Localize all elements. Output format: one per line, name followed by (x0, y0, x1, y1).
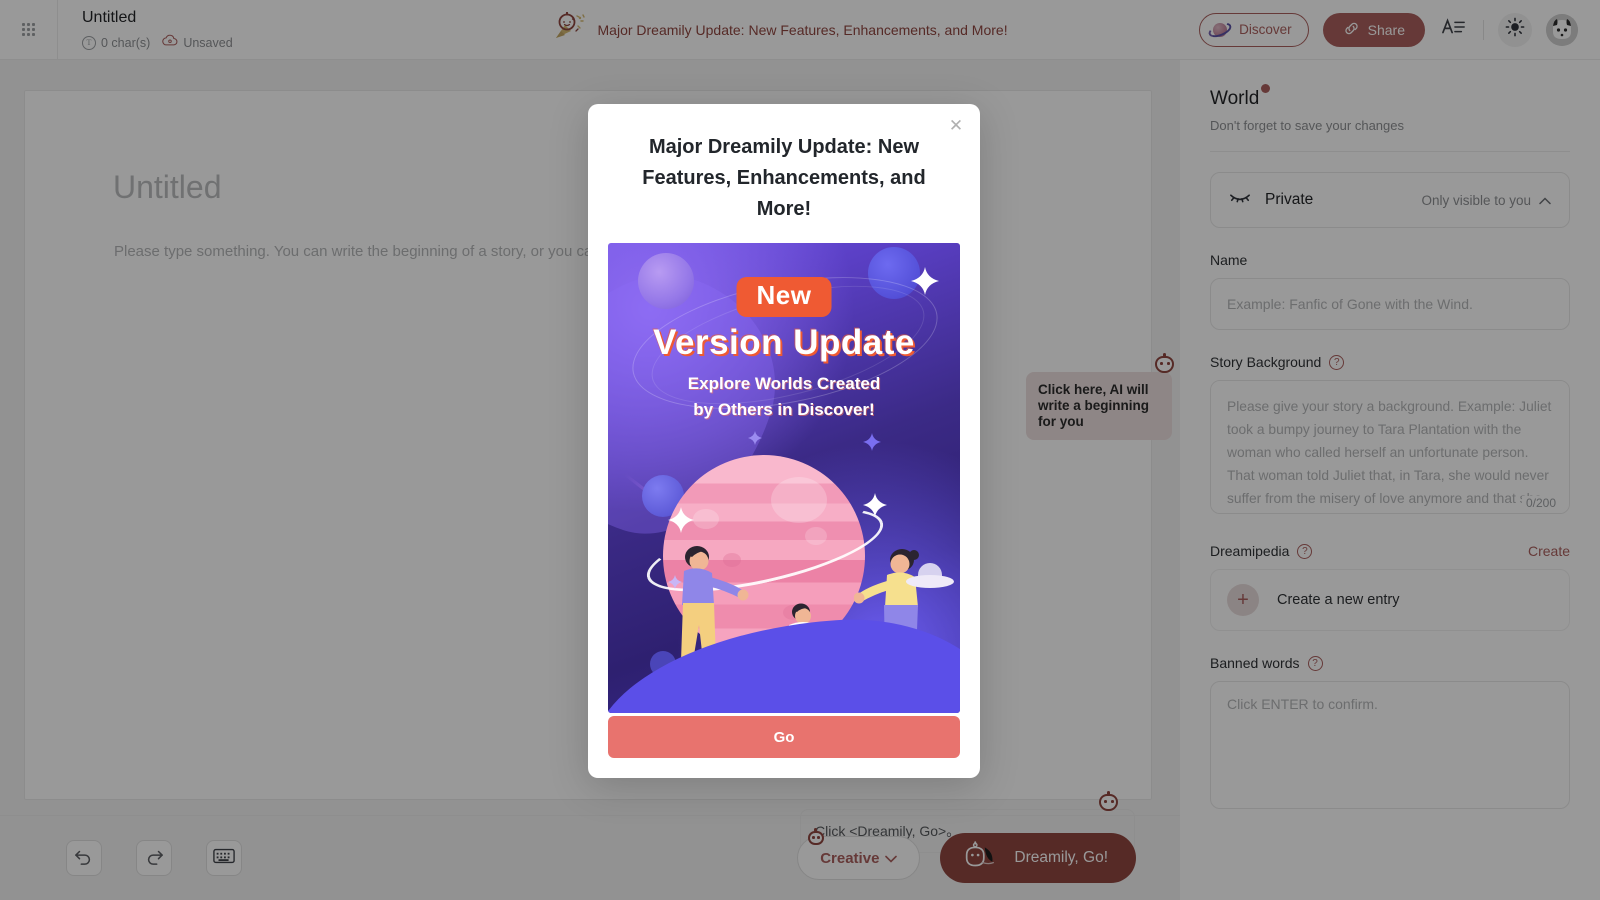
promo-subline-2: by Others in Discover! (693, 400, 875, 419)
promo-image: New Version Update Explore Worlds Create… (608, 243, 960, 713)
promo-subline-1: Explore Worlds Created (687, 374, 881, 393)
promo-subline: Explore Worlds Created by Others in Disc… (608, 371, 960, 423)
promo-sparkle-5 (668, 575, 682, 589)
promo-ufo-icon (906, 563, 954, 593)
promo-headline: Version Update (653, 323, 915, 362)
promo-sparkle-2 (863, 433, 881, 451)
promo-sparkle-1 (911, 267, 939, 295)
modal-overlay: ✕ Major Dreamily Update: New Features, E… (0, 0, 1600, 900)
promo-sparkle-3 (863, 493, 887, 517)
promo-new-badge: New (736, 277, 832, 317)
close-icon[interactable]: ✕ (945, 114, 967, 136)
promo-sparkle-4 (668, 507, 694, 533)
update-announcement-modal: ✕ Major Dreamily Update: New Features, E… (588, 104, 980, 778)
promo-sparkle-6 (748, 431, 762, 445)
modal-title: Major Dreamily Update: New Features, Enh… (642, 136, 926, 220)
modal-go-button[interactable]: Go (608, 716, 960, 758)
promo-moon-top-left (638, 253, 694, 309)
app-root: Untitled T 0 char(s) Unsaved Major Dream… (0, 0, 1600, 900)
